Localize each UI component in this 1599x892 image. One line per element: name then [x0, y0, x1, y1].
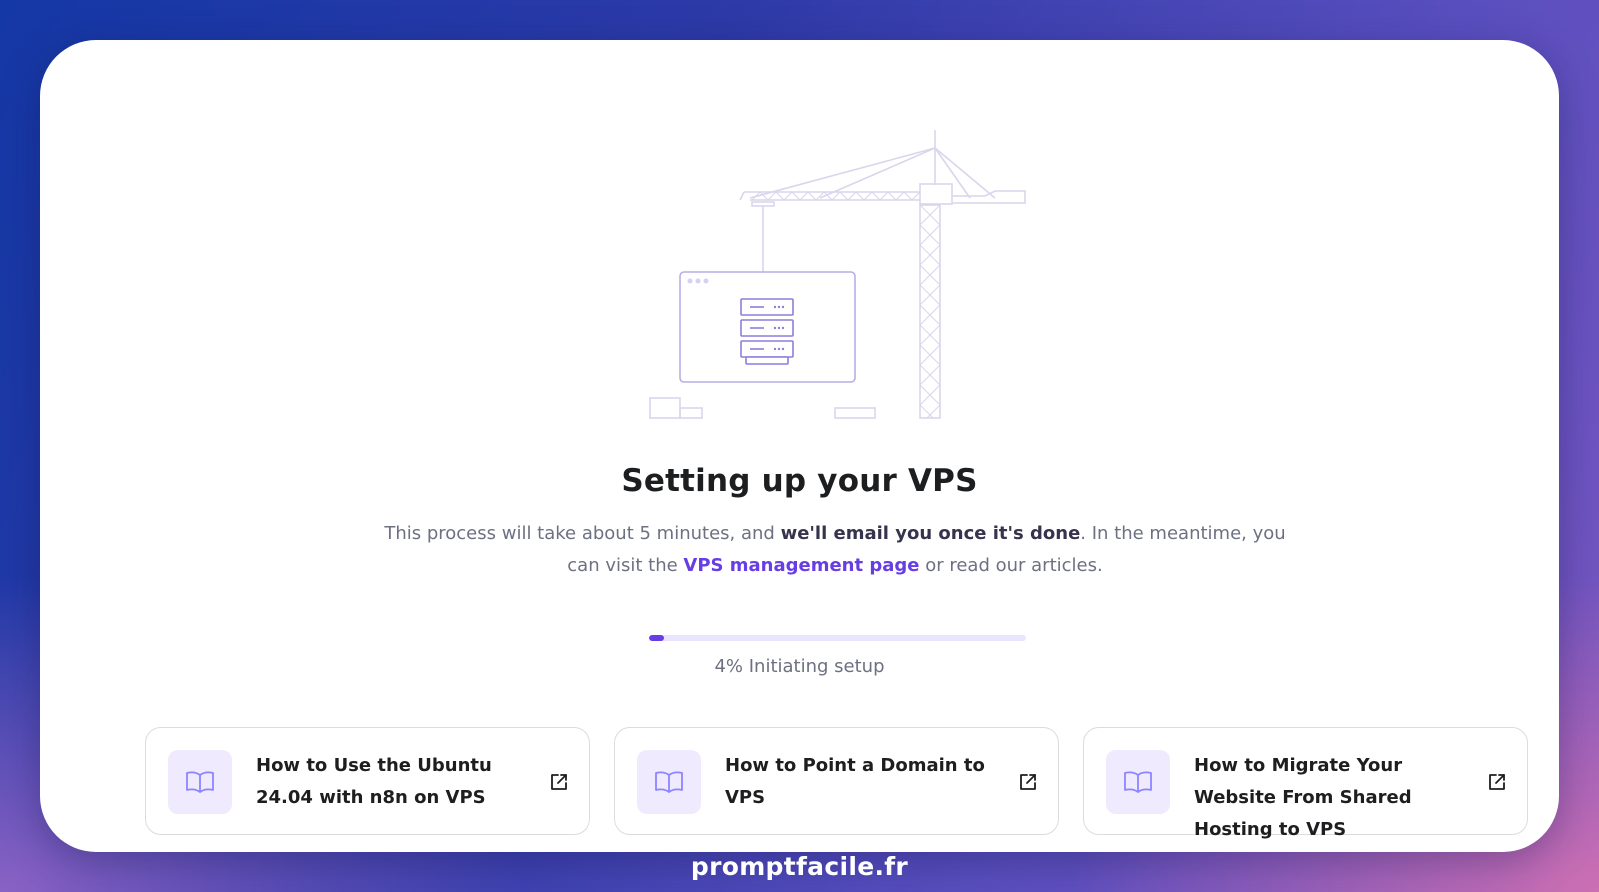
external-link-icon — [551, 774, 567, 790]
article-title: How to Migrate Your Website From Shared … — [1194, 755, 1412, 840]
setup-progress-label: 4% Initiating setup — [714, 656, 885, 677]
setup-progress-fill — [649, 635, 665, 641]
footer-brand: promptfacile.fr — [690, 852, 909, 881]
article-title: How to Point a Domain to VPS — [725, 755, 985, 808]
vps-setup-illustration — [649, 130, 1026, 419]
desc-text-3: or read our articles. — [919, 555, 1103, 576]
external-link-icon — [1489, 774, 1505, 790]
book-icon — [637, 750, 701, 814]
desc-text-1: This process will take about 5 minutes, … — [384, 523, 781, 544]
book-icon — [1106, 750, 1170, 814]
setup-description: This process will take about 5 minutes, … — [370, 518, 1300, 582]
article-card-migrate-website[interactable]: How to Migrate Your Website From Shared … — [1083, 727, 1528, 840]
vps-management-link[interactable]: VPS management page — [683, 555, 919, 576]
article-card-point-domain[interactable]: How to Point a Domain to VPS — [614, 727, 1059, 835]
desc-email-notice: we'll email you once it's done — [780, 523, 1081, 544]
article-title: How to Use the Ubuntu 24.04 with n8n on … — [256, 755, 492, 808]
setup-card: Setting up your VPS This process will ta… — [40, 40, 1559, 852]
setup-progress-bar — [649, 635, 1026, 641]
article-card-ubuntu-n8n[interactable]: How to Use the Ubuntu 24.04 with n8n on … — [145, 727, 590, 835]
external-link-icon — [1020, 774, 1036, 790]
book-icon — [168, 750, 232, 814]
page-title: Setting up your VPS — [621, 463, 978, 499]
